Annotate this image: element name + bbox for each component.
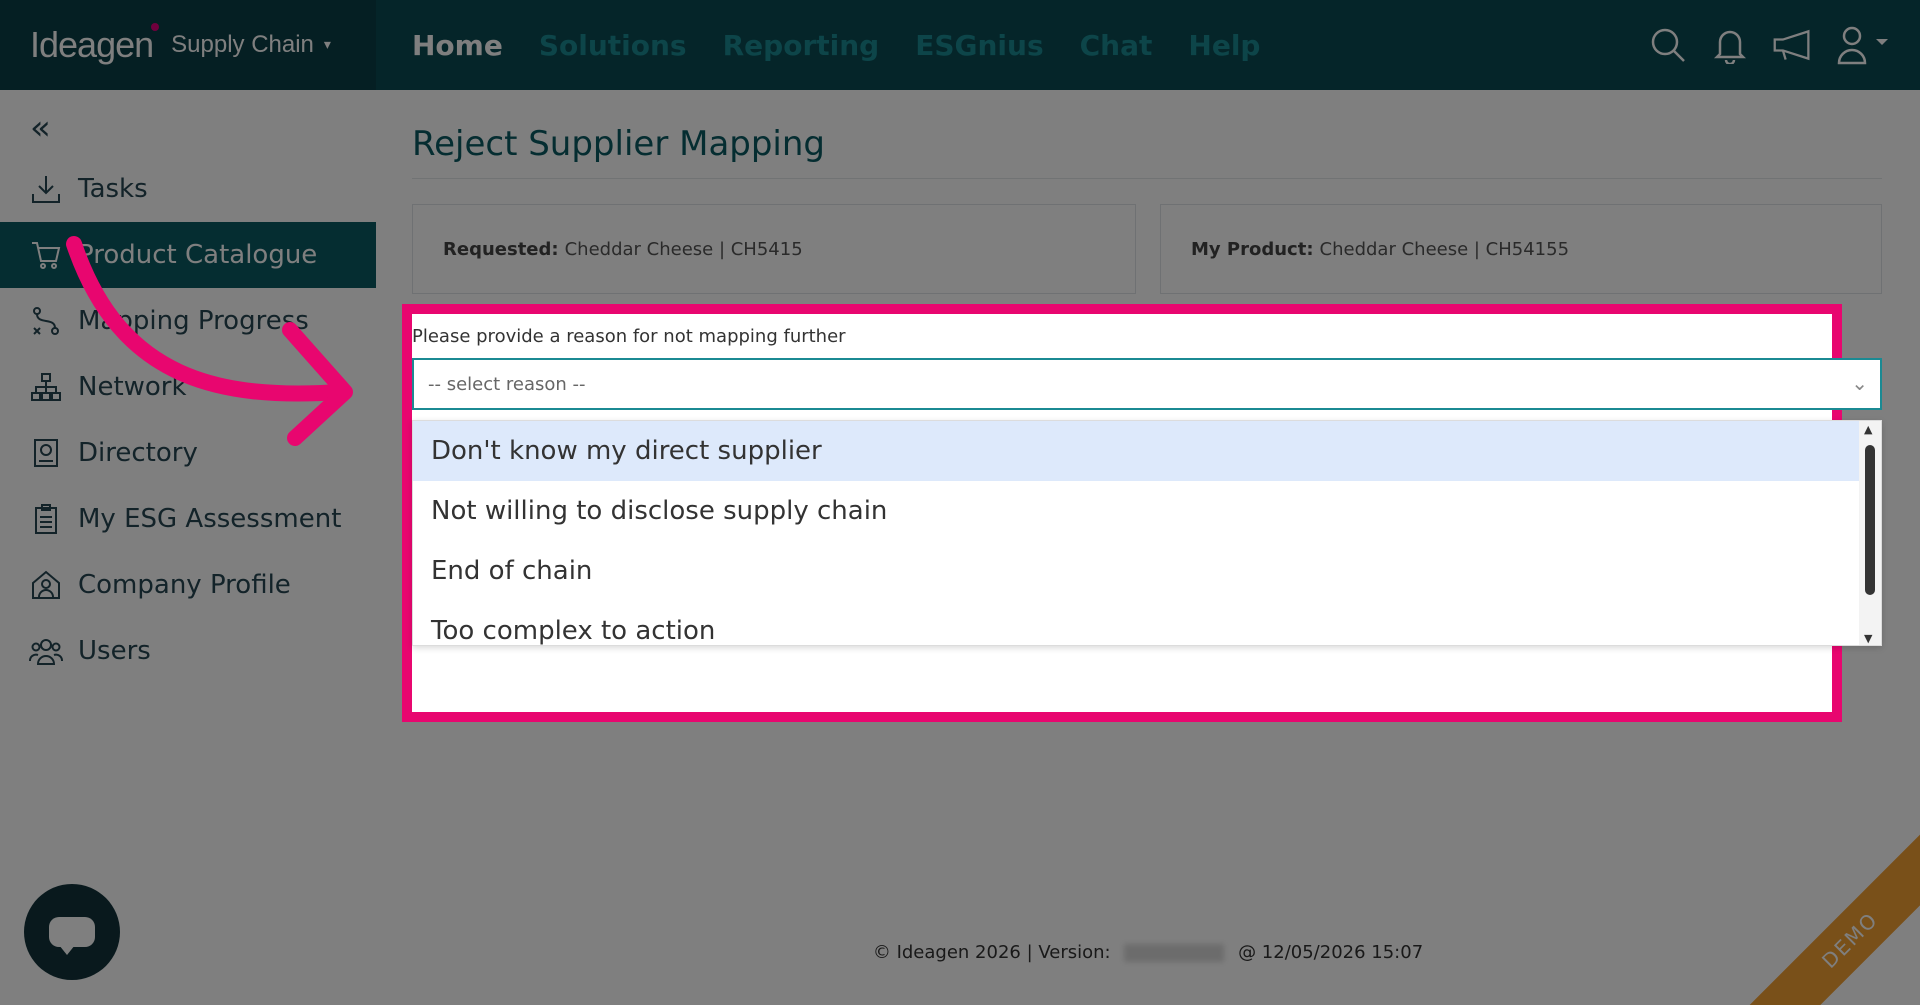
sidebar-item-label: Mapping Progress (78, 306, 309, 336)
requested-label: Requested: (443, 238, 559, 260)
requested-value: Cheddar Cheese | CH5415 (564, 238, 803, 260)
top-icons (1648, 0, 1894, 90)
sidebar-item-label: Directory (78, 438, 198, 468)
sidebar: « Tasks Product Catalogue Mapping Progre… (0, 90, 376, 1005)
sidebar-item-mapping-progress[interactable]: Mapping Progress (0, 288, 376, 354)
requested-product-card: Requested: Cheddar Cheese | CH5415 (412, 204, 1136, 294)
sidebar-item-network[interactable]: Network (0, 354, 376, 420)
logo-dot (151, 23, 160, 31)
reason-option[interactable]: Not willing to disclose supply chain (413, 481, 1881, 541)
sidebar-item-directory[interactable]: Directory (0, 420, 376, 486)
building-icon (28, 567, 64, 603)
download-tray-icon (28, 171, 64, 207)
megaphone-icon[interactable] (1772, 25, 1812, 65)
reason-panel: Please provide a reason for not mapping … (412, 314, 1882, 714)
sidebar-item-product-catalogue[interactable]: Product Catalogue (0, 222, 376, 288)
cart-icon (28, 237, 64, 273)
reason-select-value: -- select reason -- (428, 373, 586, 395)
nav-solutions[interactable]: Solutions (539, 29, 687, 62)
product-name: Supply Chain (171, 31, 314, 58)
nav-help[interactable]: Help (1188, 29, 1260, 62)
brand-switcher[interactable]: Ideagen Supply Chain ▾ (0, 0, 376, 90)
sidebar-item-label: Company Profile (78, 570, 291, 600)
main-nav: Home Solutions Reporting ESGnius Chat He… (412, 0, 1260, 90)
sidebar-item-label: My ESG Assessment (78, 504, 342, 534)
book-icon (28, 435, 64, 471)
chat-launcher-button[interactable] (24, 884, 120, 980)
nav-chat[interactable]: Chat (1080, 29, 1153, 62)
users-icon (28, 633, 64, 669)
user-icon[interactable] (1834, 25, 1894, 65)
scroll-up-icon[interactable]: ▲ (1864, 423, 1872, 436)
nav-reporting[interactable]: Reporting (723, 29, 880, 62)
ideagen-logo: Ideagen (30, 24, 154, 65)
reason-label: Please provide a reason for not mapping … (412, 326, 846, 347)
route-icon (28, 303, 64, 339)
my-product-value: Cheddar Cheese | CH54155 (1319, 238, 1570, 260)
search-icon[interactable] (1648, 25, 1688, 65)
reason-option[interactable]: End of chain (413, 541, 1881, 601)
sidebar-item-my-esg-assessment[interactable]: My ESG Assessment (0, 486, 376, 552)
footer-copyright: © Ideagen 2026 | Version: (872, 942, 1111, 963)
version-redacted (1124, 944, 1225, 962)
hierarchy-icon (28, 369, 64, 405)
nav-esgnius[interactable]: ESGnius (915, 29, 1043, 62)
sidebar-item-label: Network (78, 372, 187, 402)
chevron-down-icon: ⌄ (1851, 371, 1868, 395)
footer: © Ideagen 2026 | Version: @ 12/05/2026 1… (376, 942, 1920, 963)
scrollbar-thumb[interactable] (1865, 445, 1875, 595)
sidebar-item-users[interactable]: Users (0, 618, 376, 684)
clipboard-icon (28, 501, 64, 537)
sidebar-item-label: Product Catalogue (78, 240, 318, 270)
reason-option[interactable]: Don't know my direct supplier (413, 421, 1881, 481)
sidebar-item-company-profile[interactable]: Company Profile (0, 552, 376, 618)
bell-icon[interactable] (1710, 25, 1750, 65)
collapse-sidebar-button[interactable]: « (30, 108, 51, 148)
nav-home[interactable]: Home (412, 29, 503, 62)
my-product-card: My Product: Cheddar Cheese | CH54155 (1160, 204, 1882, 294)
my-product-label: My Product: (1191, 238, 1314, 260)
scroll-down-icon[interactable]: ▼ (1864, 632, 1872, 645)
sidebar-item-label: Tasks (78, 174, 148, 204)
sidebar-item-label: Users (78, 636, 151, 666)
sidebar-item-tasks[interactable]: Tasks (0, 156, 376, 222)
chevron-down-icon: ▾ (323, 37, 331, 53)
reason-dropdown-list: Don't know my direct supplier Not willin… (412, 420, 1882, 646)
title-divider (412, 178, 1882, 179)
dropdown-scrollbar[interactable]: ▲ ▼ (1859, 421, 1881, 645)
reason-select[interactable]: -- select reason -- ⌄ (412, 358, 1882, 410)
chat-icon (49, 917, 95, 955)
top-navbar: Ideagen Supply Chain ▾ Home Solutions Re… (0, 0, 1920, 90)
reason-option[interactable]: Too complex to action (413, 601, 1881, 645)
page-title: Reject Supplier Mapping (412, 124, 826, 164)
footer-timestamp: @ 12/05/2026 15:07 (1238, 942, 1424, 963)
